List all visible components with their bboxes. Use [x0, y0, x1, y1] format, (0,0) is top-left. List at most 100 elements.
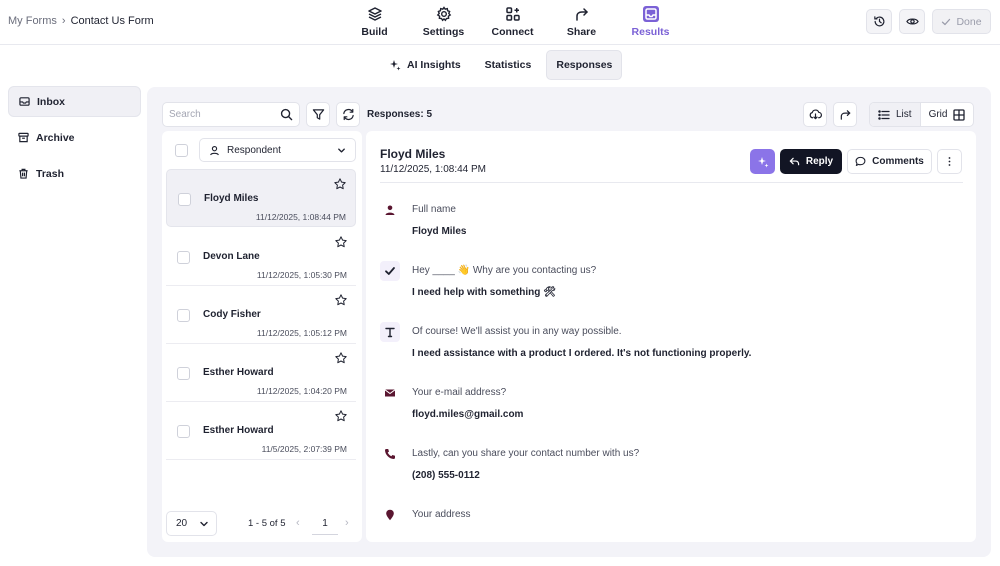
check-icon: [942, 18, 951, 25]
nav-share-label: Share: [566, 26, 597, 38]
next-page-button[interactable]: ›: [345, 517, 349, 529]
question-text: Full name: [412, 204, 456, 215]
responses-panel: Responses: 5 List Grid Respondent F: [147, 87, 991, 557]
done-label: Done: [956, 15, 982, 28]
sidebar-item-archive-label: Archive: [36, 131, 75, 144]
envelope-icon: [380, 383, 400, 403]
nav-connect[interactable]: Connect: [478, 6, 547, 38]
view-list-button[interactable]: List: [870, 103, 921, 126]
breadcrumb: My Forms › Contact Us Form: [8, 15, 154, 27]
tab-statistics[interactable]: Statistics: [476, 50, 541, 80]
detail-divider: [380, 182, 963, 183]
more-vertical-icon: [948, 157, 951, 166]
answer-text: (208) 555-0112: [412, 470, 480, 481]
respondent-name: Esther Howard: [203, 425, 274, 436]
list-icon: [878, 109, 890, 120]
response-date: 11/12/2025, 1:05:30 PM: [256, 270, 347, 280]
nav-share[interactable]: Share: [547, 6, 616, 38]
history-button[interactable]: [866, 9, 892, 34]
star-icon[interactable]: [334, 178, 346, 190]
tab-responses-label: Responses: [556, 59, 613, 71]
preview-button[interactable]: [899, 9, 925, 34]
nav-results[interactable]: Results: [616, 6, 685, 38]
integrations-icon: [505, 7, 520, 21]
nav-connect-label: Connect: [491, 26, 534, 38]
share-arrow-icon: [575, 8, 588, 21]
responses-count: Responses: 5: [367, 109, 433, 120]
current-page[interactable]: 1: [312, 513, 338, 535]
top-actions: Done: [866, 9, 991, 34]
star-icon[interactable]: [335, 236, 347, 248]
download-button[interactable]: [803, 102, 827, 127]
per-page-select[interactable]: 20: [166, 511, 217, 536]
answer-text: floyd.miles@gmail.com: [412, 409, 524, 420]
comments-label: Comments: [872, 156, 924, 167]
respondent-sort-label: Respondent: [227, 144, 281, 156]
list-item[interactable]: Esther Howard 11/12/2025, 1:04:20 PM: [166, 344, 356, 402]
main-nav: Build Settings Connect Share Results: [340, 6, 685, 38]
sidebar-item-inbox-label: Inbox: [37, 95, 65, 108]
tab-statistics-label: Statistics: [484, 59, 532, 71]
reply-button[interactable]: Reply: [780, 149, 842, 174]
chevron-down-icon: [200, 521, 208, 527]
nav-build-label: Build: [361, 26, 388, 38]
respondent-name: Esther Howard: [203, 367, 274, 378]
list-item[interactable]: Floyd Miles 11/12/2025, 1:08:44 PM: [166, 169, 356, 227]
question-text: Hey ____ 👋 Why are you contacting us?: [412, 265, 597, 276]
view-list-label: List: [896, 109, 912, 120]
list-item[interactable]: Devon Lane 11/12/2025, 1:05:30 PM: [166, 228, 356, 286]
prev-page-button[interactable]: ‹: [296, 517, 300, 529]
list-header: Respondent: [162, 131, 362, 167]
sidebar-item-inbox[interactable]: Inbox: [8, 86, 141, 117]
respondent-name: Cody Fisher: [203, 309, 261, 320]
more-options-button[interactable]: [937, 149, 962, 174]
star-icon[interactable]: [335, 410, 347, 422]
view-grid-label: Grid: [928, 109, 948, 120]
select-all-checkbox[interactable]: [175, 144, 188, 157]
comments-button[interactable]: Comments: [847, 149, 932, 174]
nav-settings[interactable]: Settings: [409, 6, 478, 38]
tab-ai-insights[interactable]: AI Insights: [380, 50, 470, 80]
respondent-sort-dropdown[interactable]: Respondent: [199, 138, 356, 162]
star-icon[interactable]: [335, 352, 347, 364]
eye-icon: [905, 18, 919, 25]
question-text: Your e-mail address?: [412, 387, 507, 398]
row-checkbox[interactable]: [177, 309, 190, 322]
row-checkbox[interactable]: [177, 367, 190, 380]
refresh-button[interactable]: [336, 102, 360, 127]
filter-button[interactable]: [306, 102, 330, 127]
export-button[interactable]: [833, 102, 857, 127]
comment-icon: [855, 156, 866, 166]
tab-ai-insights-label: AI Insights: [407, 59, 461, 71]
search-box[interactable]: [162, 102, 300, 127]
nav-build[interactable]: Build: [340, 6, 409, 38]
answer-text: Floyd Miles: [412, 226, 467, 237]
row-checkbox[interactable]: [177, 425, 190, 438]
row-checkbox[interactable]: [177, 251, 190, 264]
filter-icon: [312, 109, 324, 120]
results-sidebar: Inbox Archive Trash: [8, 86, 141, 194]
sidebar-item-trash[interactable]: Trash: [8, 158, 141, 189]
chevron-down-icon: [338, 148, 345, 153]
ai-assist-button[interactable]: [750, 149, 775, 174]
archive-icon: [18, 132, 29, 143]
view-toggle: List Grid: [869, 102, 975, 127]
sidebar-item-archive[interactable]: Archive: [8, 122, 141, 153]
tab-responses[interactable]: Responses: [546, 50, 623, 80]
inbox-icon: [642, 6, 659, 22]
respondent-name: Floyd Miles: [204, 193, 259, 204]
star-icon[interactable]: [335, 294, 347, 306]
response-detail: Floyd Miles 11/12/2025, 1:08:44 PM Reply…: [366, 131, 976, 542]
done-button[interactable]: Done: [932, 9, 991, 34]
view-grid-button[interactable]: Grid: [921, 103, 974, 126]
row-checkbox[interactable]: [178, 193, 191, 206]
reply-label: Reply: [805, 156, 834, 167]
person-icon: [380, 200, 400, 220]
sidebar-item-trash-label: Trash: [36, 167, 65, 180]
breadcrumb-my-forms[interactable]: My Forms: [8, 15, 57, 27]
list-item[interactable]: Cody Fisher 11/12/2025, 1:05:12 PM: [166, 286, 356, 344]
list-item[interactable]: Esther Howard 11/5/2025, 2:07:39 PM: [166, 402, 356, 460]
gear-icon: [436, 6, 451, 22]
search-input[interactable]: [169, 109, 279, 120]
nav-results-label: Results: [631, 26, 670, 38]
